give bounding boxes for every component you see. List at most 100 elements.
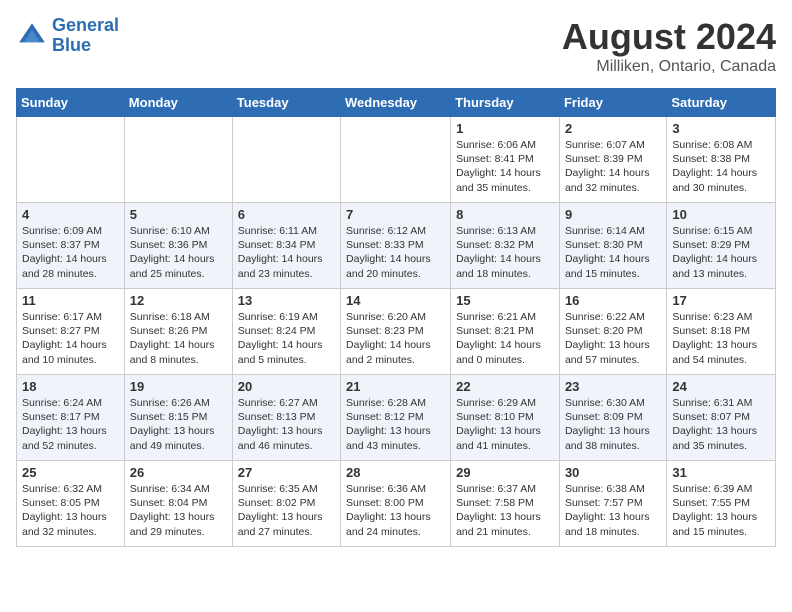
day-number: 8: [456, 207, 554, 222]
day-info: Sunrise: 6:13 AMSunset: 8:32 PMDaylight:…: [456, 224, 554, 281]
calendar-cell: [17, 117, 125, 203]
calendar-cell: 24 Sunrise: 6:31 AMSunset: 8:07 PMDayligh…: [667, 375, 776, 461]
day-number: 2: [565, 121, 661, 136]
calendar-cell: 27Sunrise: 6:35 AMSunset: 8:02 PMDayligh…: [232, 461, 340, 547]
header-saturday: Saturday: [667, 89, 776, 117]
calendar-cell: 1 Sunrise: 6:06 AMSunset: 8:41 PMDaylight…: [451, 117, 560, 203]
day-info: Sunrise: 6:35 AMSunset: 8:02 PMDaylight:…: [238, 482, 335, 539]
header-monday: Monday: [124, 89, 232, 117]
calendar-week-3: 11 Sunrise: 6:17 AMSunset: 8:27 PMDayligh…: [17, 289, 776, 375]
calendar-cell: 31 Sunrise: 6:39 AMSunset: 7:55 PMDayligh…: [667, 461, 776, 547]
calendar-cell: 19 Sunrise: 6:26 AMSunset: 8:15 PMDayligh…: [124, 375, 232, 461]
day-info: Sunrise: 6:15 AMSunset: 8:29 PMDaylight:…: [672, 224, 770, 281]
day-info: Sunrise: 6:29 AMSunset: 8:10 PMDaylight:…: [456, 396, 554, 453]
day-info: Sunrise: 6:14 AMSunset: 8:30 PMDaylight:…: [565, 224, 661, 281]
day-info: Sunrise: 6:21 AMSunset: 8:21 PMDaylight:…: [456, 310, 554, 367]
day-info: Sunrise: 6:12 AMSunset: 8:33 PMDaylight:…: [346, 224, 445, 281]
day-number: 13: [238, 293, 335, 308]
calendar-week-2: 4 Sunrise: 6:09 AMSunset: 8:37 PMDaylight…: [17, 203, 776, 289]
day-info: Sunrise: 6:19 AMSunset: 8:24 PMDaylight:…: [238, 310, 335, 367]
logo-line1: General: [52, 15, 119, 35]
day-info: Sunrise: 6:39 AMSunset: 7:55 PMDaylight:…: [672, 482, 770, 539]
calendar-cell: 20Sunrise: 6:27 AMSunset: 8:13 PMDayligh…: [232, 375, 340, 461]
calendar-cell: 6Sunrise: 6:11 AMSunset: 8:34 PMDaylight…: [232, 203, 340, 289]
subtitle: Milliken, Ontario, Canada: [562, 58, 776, 76]
logo-line2: Blue: [52, 35, 91, 55]
calendar-cell: 4 Sunrise: 6:09 AMSunset: 8:37 PMDaylight…: [17, 203, 125, 289]
day-number: 29: [456, 465, 554, 480]
day-info: Sunrise: 6:17 AMSunset: 8:27 PMDaylight:…: [22, 310, 119, 367]
day-number: 31: [672, 465, 770, 480]
day-number: 10: [672, 207, 770, 222]
calendar-cell: 23 Sunrise: 6:30 AMSunset: 8:09 PMDayligh…: [559, 375, 666, 461]
day-number: 25: [22, 465, 119, 480]
page-header: General Blue August 2024 Milliken, Ontar…: [16, 16, 776, 76]
day-number: 24: [672, 379, 770, 394]
header-wednesday: Wednesday: [341, 89, 451, 117]
calendar-week-5: 25 Sunrise: 6:32 AMSunset: 8:05 PMDayligh…: [17, 461, 776, 547]
calendar-week-1: 1 Sunrise: 6:06 AMSunset: 8:41 PMDaylight…: [17, 117, 776, 203]
calendar-cell: 21 Sunrise: 6:28 AMSunset: 8:12 PMDayligh…: [341, 375, 451, 461]
day-number: 18: [22, 379, 119, 394]
day-info: Sunrise: 6:28 AMSunset: 8:12 PMDaylight:…: [346, 396, 445, 453]
day-info: Sunrise: 6:11 AMSunset: 8:34 PMDaylight:…: [238, 224, 335, 281]
calendar-header-row: SundayMondayTuesdayWednesdayThursdayFrid…: [17, 89, 776, 117]
calendar-cell: 26Sunrise: 6:34 AMSunset: 8:04 PMDayligh…: [124, 461, 232, 547]
day-info: Sunrise: 6:23 AMSunset: 8:18 PMDaylight:…: [672, 310, 770, 367]
logo-text: General Blue: [52, 16, 119, 56]
day-number: 3: [672, 121, 770, 136]
calendar-cell: 16Sunrise: 6:22 AMSunset: 8:20 PMDayligh…: [559, 289, 666, 375]
main-title: August 2024: [562, 16, 776, 58]
day-info: Sunrise: 6:10 AMSunset: 8:36 PMDaylight:…: [130, 224, 227, 281]
day-info: Sunrise: 6:38 AMSunset: 7:57 PMDaylight:…: [565, 482, 661, 539]
day-info: Sunrise: 6:18 AMSunset: 8:26 PMDaylight:…: [130, 310, 227, 367]
header-tuesday: Tuesday: [232, 89, 340, 117]
day-number: 28: [346, 465, 445, 480]
day-number: 1: [456, 121, 554, 136]
header-thursday: Thursday: [451, 89, 560, 117]
calendar-cell: 9 Sunrise: 6:14 AMSunset: 8:30 PMDaylight…: [559, 203, 666, 289]
day-number: 30: [565, 465, 661, 480]
calendar-cell: 13 Sunrise: 6:19 AMSunset: 8:24 PMDayligh…: [232, 289, 340, 375]
day-number: 15: [456, 293, 554, 308]
calendar-cell: 14Sunrise: 6:20 AMSunset: 8:23 PMDayligh…: [341, 289, 451, 375]
day-info: Sunrise: 6:30 AMSunset: 8:09 PMDaylight:…: [565, 396, 661, 453]
day-info: Sunrise: 6:31 AMSunset: 8:07 PMDaylight:…: [672, 396, 770, 453]
calendar-cell: 25 Sunrise: 6:32 AMSunset: 8:05 PMDayligh…: [17, 461, 125, 547]
day-number: 21: [346, 379, 445, 394]
day-info: Sunrise: 6:32 AMSunset: 8:05 PMDaylight:…: [22, 482, 119, 539]
logo-icon: [16, 20, 48, 52]
calendar-cell: 17Sunrise: 6:23 AMSunset: 8:18 PMDayligh…: [667, 289, 776, 375]
day-number: 11: [22, 293, 119, 308]
calendar-cell: [124, 117, 232, 203]
day-number: 7: [346, 207, 445, 222]
day-info: Sunrise: 6:06 AMSunset: 8:41 PMDaylight:…: [456, 138, 554, 195]
day-info: Sunrise: 6:27 AMSunset: 8:13 PMDaylight:…: [238, 396, 335, 453]
calendar-cell: 3 Sunrise: 6:08 AMSunset: 8:38 PMDaylight…: [667, 117, 776, 203]
day-info: Sunrise: 6:07 AMSunset: 8:39 PMDaylight:…: [565, 138, 661, 195]
calendar-table: SundayMondayTuesdayWednesdayThursdayFrid…: [16, 88, 776, 547]
day-number: 19: [130, 379, 227, 394]
day-number: 22: [456, 379, 554, 394]
calendar-cell: 15 Sunrise: 6:21 AMSunset: 8:21 PMDayligh…: [451, 289, 560, 375]
header-sunday: Sunday: [17, 89, 125, 117]
header-friday: Friday: [559, 89, 666, 117]
day-info: Sunrise: 6:26 AMSunset: 8:15 PMDaylight:…: [130, 396, 227, 453]
day-info: Sunrise: 6:36 AMSunset: 8:00 PMDaylight:…: [346, 482, 445, 539]
calendar-week-4: 18Sunrise: 6:24 AMSunset: 8:17 PMDayligh…: [17, 375, 776, 461]
calendar-cell: 30 Sunrise: 6:38 AMSunset: 7:57 PMDayligh…: [559, 461, 666, 547]
calendar-cell: 22 Sunrise: 6:29 AMSunset: 8:10 PMDayligh…: [451, 375, 560, 461]
day-info: Sunrise: 6:09 AMSunset: 8:37 PMDaylight:…: [22, 224, 119, 281]
day-info: Sunrise: 6:08 AMSunset: 8:38 PMDaylight:…: [672, 138, 770, 195]
day-number: 9: [565, 207, 661, 222]
calendar-cell: [232, 117, 340, 203]
day-number: 23: [565, 379, 661, 394]
day-info: Sunrise: 6:37 AMSunset: 7:58 PMDaylight:…: [456, 482, 554, 539]
calendar-cell: 28 Sunrise: 6:36 AMSunset: 8:00 PMDayligh…: [341, 461, 451, 547]
calendar-cell: 10 Sunrise: 6:15 AMSunset: 8:29 PMDayligh…: [667, 203, 776, 289]
calendar-cell: 18Sunrise: 6:24 AMSunset: 8:17 PMDayligh…: [17, 375, 125, 461]
calendar-cell: 8 Sunrise: 6:13 AMSunset: 8:32 PMDaylight…: [451, 203, 560, 289]
calendar-cell: 29 Sunrise: 6:37 AMSunset: 7:58 PMDayligh…: [451, 461, 560, 547]
day-number: 4: [22, 207, 119, 222]
day-number: 12: [130, 293, 227, 308]
